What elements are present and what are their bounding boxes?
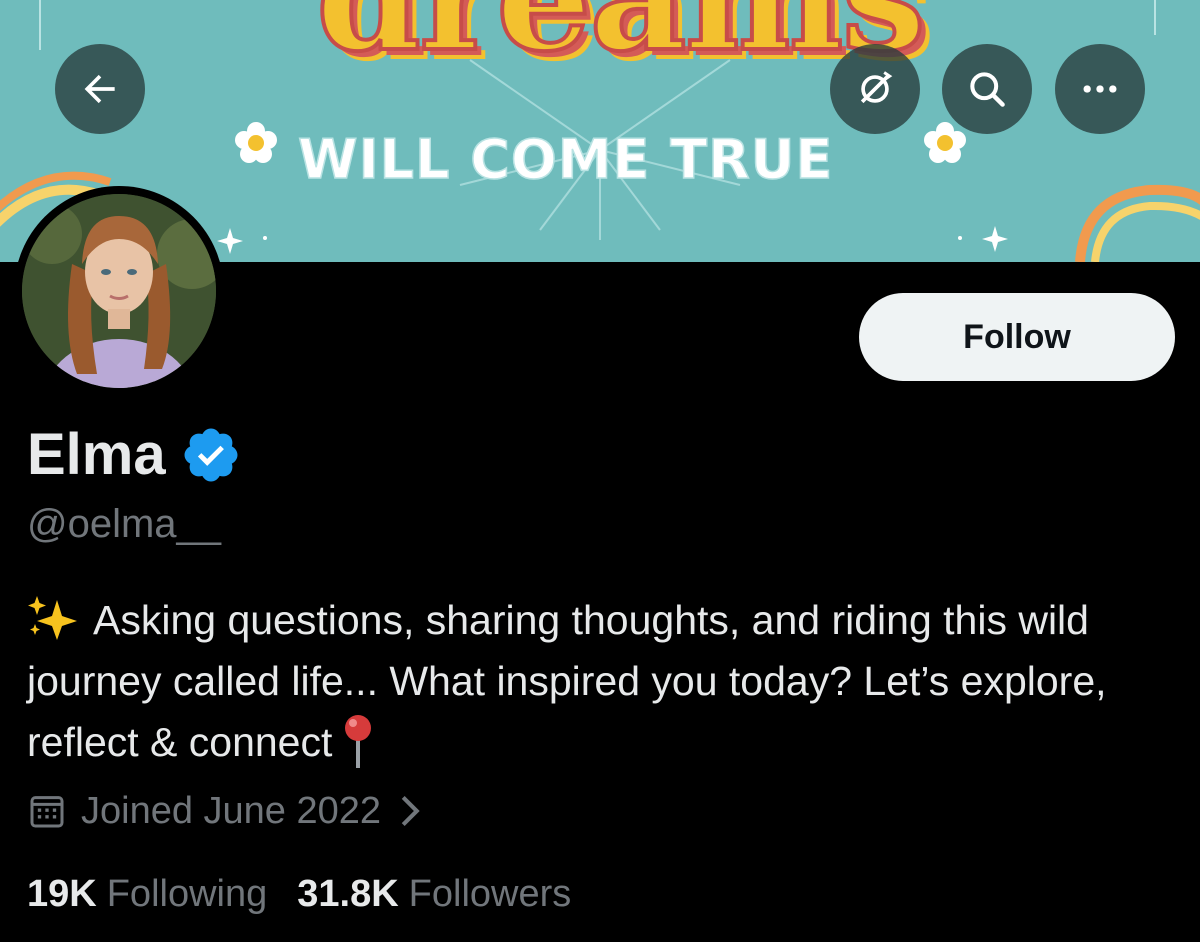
profile-avatar[interactable] (14, 186, 224, 396)
following-label: Following (106, 873, 268, 915)
calendar-icon (30, 796, 64, 828)
refresh-button[interactable] (830, 44, 920, 134)
chevron-right-icon (401, 795, 420, 827)
name-row: Elma (27, 422, 242, 488)
search-button[interactable] (942, 44, 1032, 134)
bio: Asking questions, sharing thoughts, and … (27, 590, 1157, 773)
followers-stat[interactable]: 31.8K Followers (297, 868, 571, 920)
search-icon (970, 72, 1005, 107)
follow-stats: 19K Following 31.8K Followers (27, 868, 571, 920)
following-stat[interactable]: 19K Following (27, 868, 267, 920)
follow-button[interactable]: Follow (859, 293, 1175, 381)
arrow-left-icon (84, 74, 115, 104)
display-name: Elma (27, 422, 166, 487)
verified-badge-icon[interactable] (180, 424, 242, 486)
followers-count: 31.8K (297, 873, 399, 915)
more-options-button[interactable] (1055, 44, 1145, 134)
joined-date: Joined June 2022 (81, 790, 382, 832)
banner-subline: WILL COME TRUE (297, 127, 834, 192)
following-count: 19K (27, 873, 97, 915)
followers-label: Followers (408, 873, 572, 915)
joined-date-row[interactable]: Joined June 2022 (27, 786, 423, 836)
refresh-icon (860, 71, 893, 104)
bio-text: Asking questions, sharing thoughts, and … (27, 597, 1107, 765)
user-handle: @oelma__ (27, 502, 222, 546)
avatar-image (22, 194, 216, 388)
profile-page: dreams WILL COME TRUE (0, 0, 1200, 942)
more-horizontal-icon (1083, 85, 1117, 93)
round-pushpin-emoji-icon (345, 715, 372, 768)
sparkles-emoji-icon (28, 596, 77, 640)
back-button[interactable] (55, 44, 145, 134)
